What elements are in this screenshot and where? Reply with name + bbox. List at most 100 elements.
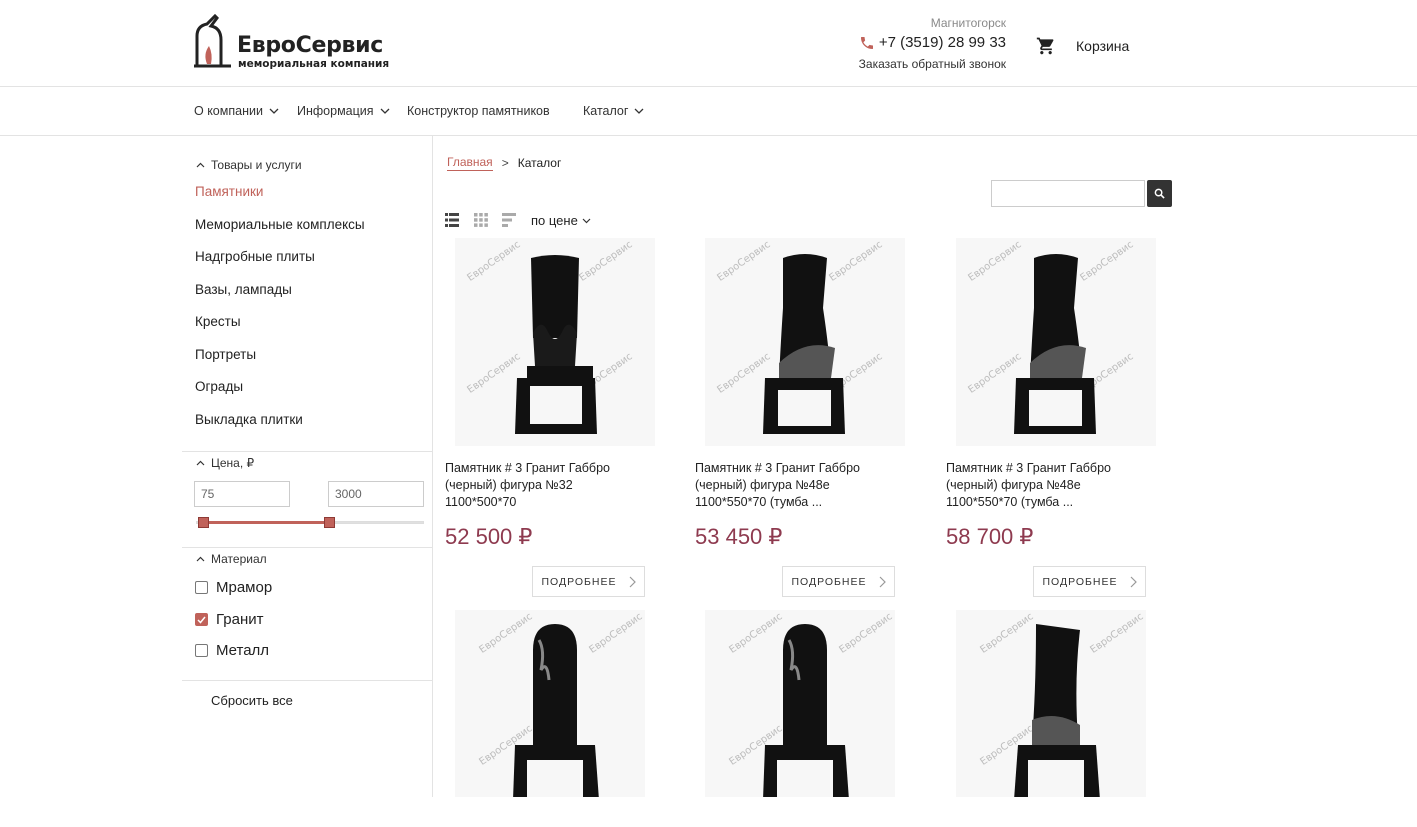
nav-item-info[interactable]: Информация — [297, 104, 390, 118]
details-button[interactable]: ПОДРОБНЕЕ — [782, 566, 895, 597]
material-section-toggle[interactable]: Материал — [196, 552, 267, 566]
nav-item-catalog[interactable]: Каталог — [583, 104, 644, 118]
checkbox-label: Мрамор — [216, 579, 273, 596]
nav-label: Каталог — [583, 104, 629, 118]
category-monuments[interactable]: Памятники — [195, 184, 263, 199]
section-title: Товары и услуги — [211, 158, 302, 172]
phone-link[interactable]: +7 (3519) 28 99 33 — [859, 34, 1006, 51]
compact-view-icon[interactable] — [502, 213, 516, 227]
cart-label: Корзина — [1076, 38, 1130, 54]
monument-image — [1014, 624, 1100, 797]
site-header: ЕвроСервис мемориальная компания Магнито… — [0, 0, 1417, 87]
phone-icon — [860, 36, 873, 49]
product-image[interactable]: ЕвроСервис ЕвроСервис ЕвроСервис ЕвроСер… — [705, 238, 905, 446]
product-price: 53 450 ₽ — [695, 524, 783, 549]
category-fences[interactable]: Ограды — [195, 379, 243, 394]
price-min-input[interactable] — [194, 481, 290, 507]
nav-label: О компании — [194, 104, 263, 118]
logo-title: ЕвроСервис — [237, 33, 384, 58]
button-label: ПОДРОБНЕЕ — [791, 575, 867, 588]
material-filter-title: Материал — [211, 552, 267, 566]
price-filter-title: Цена, ₽ — [211, 456, 255, 470]
search-icon — [1154, 188, 1165, 199]
logo-subtitle: мемориальная компания — [238, 58, 390, 70]
metal-checkbox[interactable] — [195, 644, 208, 657]
checkbox-label: Металл — [216, 642, 270, 659]
reset-filters-button[interactable]: Сбросить все — [211, 693, 293, 708]
product-image[interactable]: ЕвроСервис ЕвроСервис ЕвроСервис ЕвроСер… — [956, 238, 1156, 446]
product-name[interactable]: Памятник # 3 Гранит Габбро (черный) фигу… — [946, 460, 1146, 511]
product-image[interactable]: ЕвроСервис ЕвроСервис ЕвроСервис — [455, 610, 645, 797]
sort-dropdown[interactable]: по цене — [531, 213, 591, 228]
monument-image — [513, 624, 599, 797]
product-name[interactable]: Памятник # 3 Гранит Габбро (черный) фигу… — [445, 460, 645, 511]
product-image[interactable]: ЕвроСервис ЕвроСервис ЕвроСервис — [705, 610, 895, 797]
price-section-toggle[interactable]: Цена, ₽ — [196, 456, 254, 470]
breadcrumb-current: Каталог — [517, 156, 562, 170]
divider — [182, 680, 432, 681]
product-image[interactable]: ЕвроСервис ЕвроСервис ЕвроСервис — [956, 610, 1146, 797]
nav-item-about[interactable]: О компании — [194, 104, 279, 118]
divider — [182, 451, 432, 452]
chevron-down-icon — [269, 108, 279, 114]
chevron-right-icon — [1130, 576, 1137, 587]
chevron-down-icon — [634, 108, 644, 114]
nav-item-constructor[interactable]: Конструктор памятников — [407, 104, 550, 118]
cart-link[interactable]: Корзина — [1036, 36, 1129, 56]
category-vases[interactable]: Вазы, лампады — [195, 282, 292, 297]
category-crosses[interactable]: Кресты — [195, 314, 241, 329]
details-button[interactable]: ПОДРОБНЕЕ — [1033, 566, 1146, 597]
breadcrumb-separator: > — [501, 156, 509, 170]
chevron-down-icon — [380, 108, 390, 114]
material-metal-option[interactable]: Металл — [195, 642, 269, 659]
marble-checkbox[interactable] — [195, 581, 208, 594]
chevron-up-icon — [196, 162, 205, 168]
list-view-icon[interactable] — [445, 213, 459, 227]
cart-icon — [1036, 37, 1054, 55]
price-slider-track[interactable] — [196, 521, 424, 524]
product-card[interactable]: ЕвроСервис ЕвроСервис ЕвроСервис — [445, 610, 645, 797]
breadcrumb: Главная > Каталог — [447, 155, 561, 171]
chevron-up-icon — [196, 556, 205, 562]
product-price: 58 700 ₽ — [946, 524, 1034, 549]
sort-label: по цене — [531, 213, 578, 228]
monument-image — [1014, 254, 1096, 434]
product-card[interactable]: ЕвроСервис ЕвроСервис ЕвроСервис — [695, 610, 895, 797]
logo[interactable]: ЕвроСервис мемориальная компания — [193, 14, 393, 70]
chevron-down-icon — [582, 218, 591, 223]
chevron-right-icon — [629, 576, 636, 587]
price-slider-max-handle[interactable] — [324, 517, 336, 528]
chevron-right-icon — [879, 576, 886, 587]
product-name[interactable]: Памятник # 3 Гранит Габбро (черный) фигу… — [695, 460, 895, 511]
search-input[interactable] — [991, 180, 1145, 207]
main-nav: О компании Информация Конструктор памятн… — [0, 87, 1417, 136]
button-label: ПОДРОБНЕЕ — [541, 575, 617, 588]
divider — [182, 547, 432, 548]
product-price: 52 500 ₽ — [445, 524, 533, 549]
services-section-toggle[interactable]: Товары и услуги — [196, 158, 302, 172]
material-granite-option[interactable]: Гранит — [195, 611, 264, 628]
callback-link[interactable]: Заказать обратный звонок — [859, 57, 1006, 71]
price-max-input[interactable] — [328, 481, 424, 507]
category-portraits[interactable]: Портреты — [195, 347, 256, 362]
category-tombstones[interactable]: Надгробные плиты — [195, 249, 315, 264]
button-label: ПОДРОБНЕЕ — [1042, 575, 1118, 588]
price-slider-min-handle[interactable] — [198, 517, 209, 528]
product-card[interactable]: ЕвроСервис ЕвроСервис ЕвроСервис — [946, 610, 1146, 797]
material-marble-option[interactable]: Мрамор — [195, 579, 272, 596]
monument-image — [515, 255, 597, 434]
category-tiling[interactable]: Выкладка плитки — [195, 412, 303, 427]
logo-icon — [194, 14, 231, 68]
monument-image — [763, 624, 849, 797]
check-icon — [197, 616, 206, 624]
category-memorial-complexes[interactable]: Мемориальные комплексы — [195, 217, 365, 232]
filter-sidebar: Товары и услуги Памятники Мемориальные к… — [182, 136, 433, 797]
granite-checkbox[interactable] — [195, 613, 208, 626]
product-image[interactable]: ЕвроСервис ЕвроСервис ЕвроСервис ЕвроСер… — [455, 238, 655, 446]
details-button[interactable]: ПОДРОБНЕЕ — [532, 566, 645, 597]
grid-view-icon[interactable] — [474, 213, 488, 227]
price-slider-fill — [201, 521, 330, 524]
search-button[interactable] — [1147, 180, 1172, 207]
nav-label: Информация — [297, 104, 374, 118]
breadcrumb-home[interactable]: Главная — [447, 155, 493, 171]
